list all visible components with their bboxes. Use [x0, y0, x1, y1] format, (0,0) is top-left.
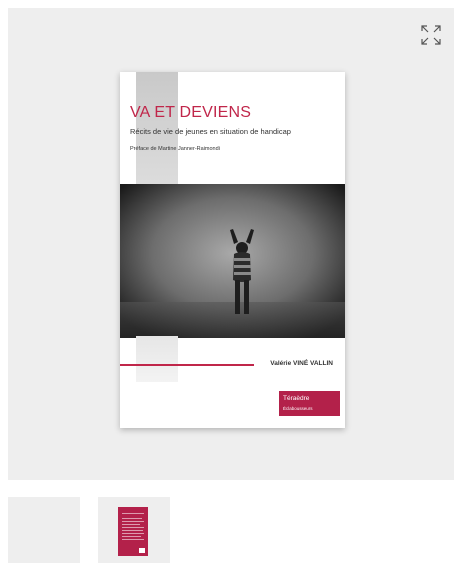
cover-photo	[120, 184, 345, 338]
back-cover-image	[118, 507, 148, 556]
book-author: Valérie VINÉ VALLIN	[270, 360, 333, 367]
cover-accent-line	[120, 364, 254, 366]
publisher-name: Téraèdre	[283, 395, 310, 402]
cover-stripe-lower	[136, 336, 178, 382]
thumbnail-front-cover[interactable]	[8, 497, 80, 563]
expand-icon[interactable]	[420, 24, 442, 46]
barcode-icon	[139, 548, 145, 553]
book-preface: Préface de Martine Janner-Raimondi	[130, 146, 220, 152]
image-viewer: VA ET DEVIENS Récits de vie de jeunes en…	[8, 8, 454, 480]
book-subtitle: Récits de vie de jeunes en situation de …	[130, 127, 291, 136]
thumbnail-back-cover[interactable]	[98, 497, 170, 563]
book-cover[interactable]: VA ET DEVIENS Récits de vie de jeunes en…	[120, 72, 345, 428]
book-title: VA ET DEVIENS	[130, 104, 252, 121]
publisher-logo: Téraèdre Éclabousseurs	[279, 391, 340, 416]
collection-name: Éclabousseurs	[283, 406, 313, 411]
